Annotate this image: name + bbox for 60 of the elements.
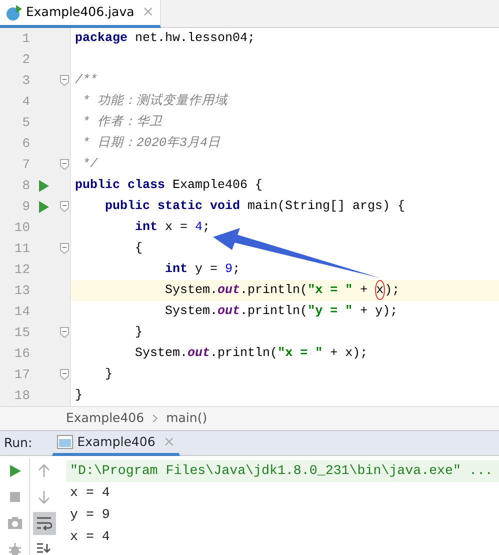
fold-icon[interactable] — [60, 75, 68, 86]
line-number: 9 — [21, 198, 30, 216]
output-line: y = 9 — [69, 506, 111, 524]
code-line: System.out.println("x = " + x); — [134, 345, 369, 362]
code-line: int y = 9; — [164, 261, 242, 278]
fold-icon[interactable] — [60, 243, 68, 254]
line-number: 13 — [13, 282, 30, 300]
bug-icon — [6, 541, 22, 555]
panel-label: Run: — [4, 434, 32, 452]
file-tab[interactable]: Example406.java × — [0, 0, 161, 28]
soft-wrap-button[interactable] — [32, 512, 56, 534]
line-number: 4 — [21, 92, 30, 111]
line-number: 1 — [21, 30, 30, 48]
line-number: 2 — [21, 50, 30, 69]
arrow-up-icon — [36, 463, 52, 479]
chevron-icon — [152, 414, 158, 423]
line-number: 14 — [13, 302, 30, 321]
line-number: 5 — [21, 114, 30, 132]
line-number: 15 — [13, 324, 30, 342]
code-line: /** — [74, 72, 99, 89]
console-icon — [57, 435, 74, 449]
arrow-down-icon — [36, 489, 52, 505]
code-line: int x = 4; — [134, 219, 212, 236]
code-line: * 功能：测试变量作用域 — [82, 92, 230, 110]
fold-icon[interactable] — [60, 159, 68, 170]
run-icon[interactable] — [38, 200, 48, 212]
code-line: */ — [82, 156, 99, 173]
line-number: 6 — [21, 134, 30, 153]
fold-icon[interactable] — [60, 201, 68, 212]
line-number: 7 — [21, 156, 30, 174]
run-icon[interactable] — [38, 180, 48, 192]
breadcrumb-item[interactable]: main() — [166, 409, 208, 428]
run-tab[interactable]: Example406 × — [52, 430, 180, 456]
fold-icon[interactable] — [60, 369, 68, 380]
line-number: 11 — [13, 240, 30, 258]
code-line: { — [134, 240, 144, 257]
output-line: x = 4 — [69, 484, 111, 502]
code-line: public static void main(String[] args) { — [104, 198, 406, 215]
code-line: package net.hw.lesson04; — [74, 30, 256, 47]
code-line: * 日期：2020年3月4日 — [82, 134, 222, 152]
class-file-icon — [6, 4, 22, 20]
code-line: * 作者：华卫 — [82, 114, 164, 131]
code-line: } — [104, 366, 114, 383]
code-line: } — [134, 324, 144, 341]
line-number: 12 — [13, 260, 30, 279]
scroll-to-end-icon — [36, 541, 52, 555]
code-line: } — [74, 387, 84, 404]
code-line: System.out.println("y = " + y); — [164, 303, 399, 320]
breadcrumb-item[interactable]: Example406 — [66, 409, 144, 428]
line-number: 18 — [13, 386, 30, 405]
fold-icon[interactable] — [60, 327, 68, 338]
line-number: 8 — [21, 176, 30, 195]
line-number: 3 — [21, 72, 30, 90]
line-number: 17 — [13, 366, 30, 384]
camera-icon — [6, 515, 22, 531]
soft-wrap-icon — [36, 515, 52, 531]
code-line: public class Example406 { — [74, 177, 264, 194]
line-number: 16 — [13, 344, 30, 363]
line-number: 10 — [13, 218, 30, 237]
output-line: x = 4 — [69, 528, 111, 546]
